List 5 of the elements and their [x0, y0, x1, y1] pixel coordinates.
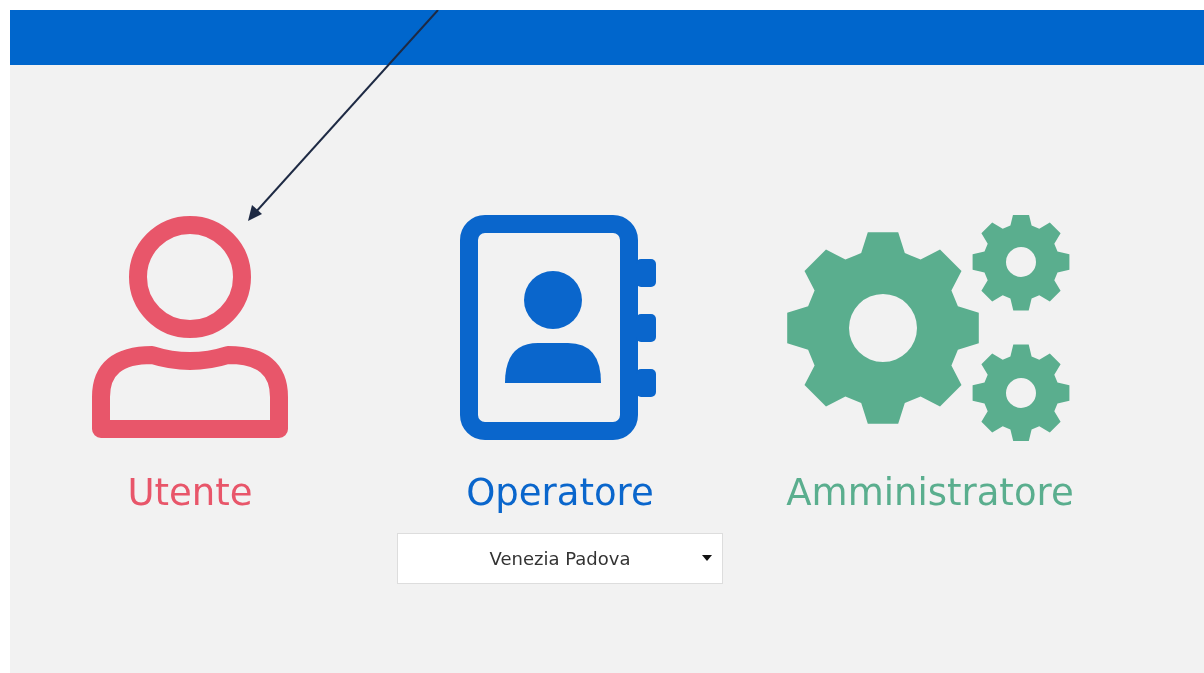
user-icon [90, 215, 290, 441]
role-link[interactable]: Utente [127, 469, 253, 517]
role-link[interactable]: Operatore [466, 469, 654, 517]
branch-dropdown[interactable]: Venezia Padova [397, 533, 723, 584]
caret-icon [702, 555, 712, 561]
